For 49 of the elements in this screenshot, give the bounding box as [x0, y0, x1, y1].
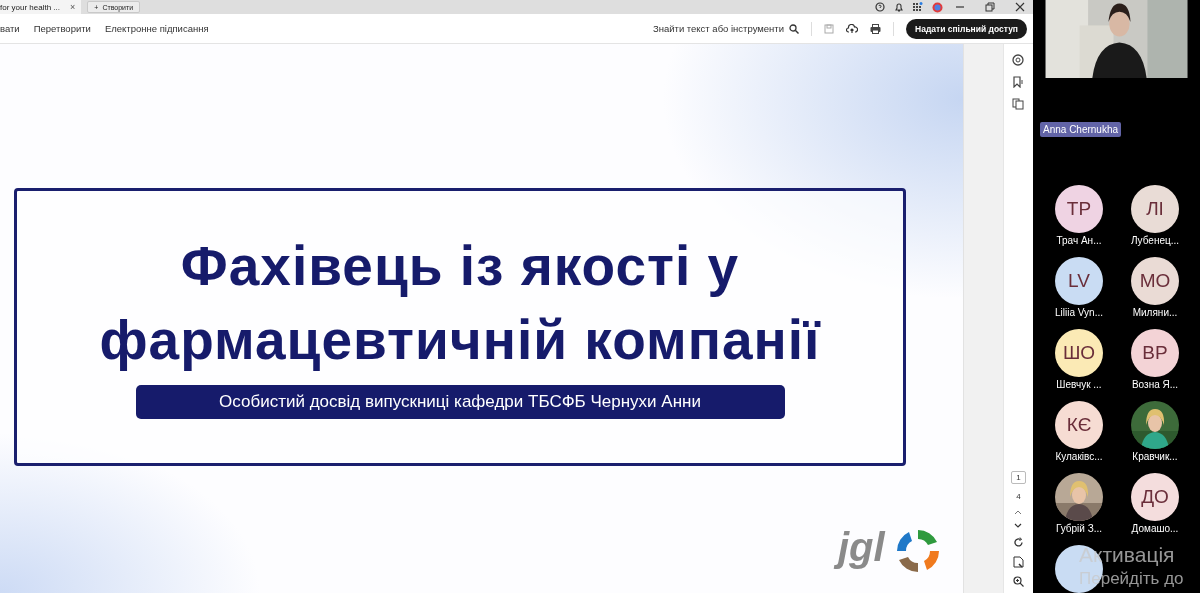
- participant-name: Кулаківс...: [1054, 451, 1104, 462]
- participant-name: Возна Я...: [1130, 379, 1180, 390]
- bell-icon[interactable]: [894, 2, 904, 12]
- close-icon[interactable]: [1015, 2, 1025, 12]
- participant-avatar[interactable]: ШО: [1055, 329, 1103, 377]
- chevron-up-icon[interactable]: [1014, 509, 1023, 515]
- participant-avatar[interactable]: ДО: [1131, 473, 1179, 521]
- page-count: 4: [1016, 492, 1021, 501]
- participant-name: Трач Ан...: [1055, 235, 1103, 246]
- tab-title: for your health ...: [0, 2, 61, 12]
- restore-icon[interactable]: [985, 2, 995, 12]
- participant-avatar[interactable]: ТР: [1055, 185, 1103, 233]
- help-icon[interactable]: [875, 2, 885, 12]
- participant-avatar[interactable]: МО: [1131, 257, 1179, 305]
- scrollbar[interactable]: [963, 44, 1003, 593]
- zoom-in-icon[interactable]: [1012, 576, 1024, 587]
- profile-avatar-icon[interactable]: [932, 1, 943, 13]
- participant-avatar[interactable]: ВР: [1131, 329, 1179, 377]
- document-tab[interactable]: for your health ... ×: [0, 0, 82, 14]
- slide-title: Фахівець із якості у фармацевтичній компанії: [99, 234, 821, 373]
- upload-cloud-icon[interactable]: [846, 23, 858, 34]
- menu-item[interactable]: Перетворити: [33, 23, 91, 34]
- copy-pages-icon[interactable]: [1012, 98, 1025, 110]
- menu-item[interactable]: Електронне підписання: [104, 23, 209, 34]
- participant-name: Шевчук ...: [1055, 379, 1103, 390]
- participant-avatar[interactable]: LV: [1055, 257, 1103, 305]
- presenter-name-tag: Anna Chernukha: [1040, 122, 1122, 137]
- participant-name: Губрій З...: [1054, 523, 1104, 534]
- file-icon[interactable]: [1012, 556, 1024, 568]
- menu-item[interactable]: вати: [0, 23, 20, 34]
- search-icon: [789, 23, 799, 34]
- apps-grid-icon[interactable]: [913, 2, 923, 12]
- participant-avatar[interactable]: КЄ: [1055, 401, 1103, 449]
- refresh-icon[interactable]: [1012, 537, 1024, 548]
- print-icon[interactable]: [870, 23, 881, 34]
- page-number-field[interactable]: 1: [1011, 471, 1026, 484]
- participant-avatar[interactable]: ЛІ: [1131, 185, 1179, 233]
- bookmark-icon[interactable]: [1012, 76, 1025, 88]
- chevron-down-icon[interactable]: [1014, 523, 1023, 529]
- close-tab-button[interactable]: ×: [70, 2, 76, 12]
- logo-wordmark: jgl: [830, 518, 893, 576]
- participant-name: Домашо...: [1130, 523, 1180, 534]
- participant-name: Миляни...: [1131, 307, 1179, 318]
- participant-name: Liliia Vyn...: [1054, 307, 1104, 318]
- slide-subtitle: Особистий досвід випускниці кафедри ТБСФБ Чернухи Анни: [135, 385, 785, 419]
- search-field[interactable]: Знайти текст або інструменти: [652, 23, 799, 34]
- share-button[interactable]: Надати спільний доступ: [906, 18, 1027, 39]
- participant-name: Кравчик...: [1131, 451, 1179, 462]
- participant-name: Лубенец...: [1129, 235, 1181, 246]
